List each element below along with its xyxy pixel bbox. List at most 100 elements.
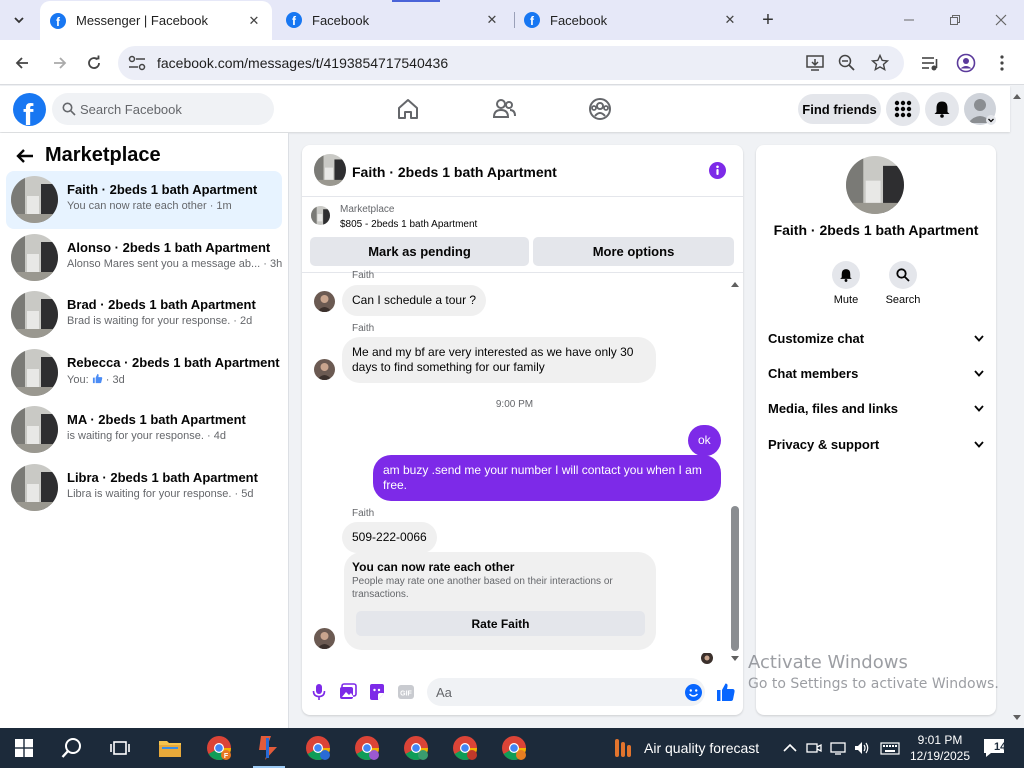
notifications-button[interactable] [925, 92, 959, 126]
rate-button[interactable]: Rate Faith [356, 611, 645, 636]
close-window-button[interactable] [978, 0, 1024, 40]
back-button[interactable] [8, 49, 36, 77]
chrome-button[interactable] [451, 734, 479, 762]
tab-messenger[interactable]: f Messenger | Facebook ✕ [40, 1, 272, 40]
bookmark-star-icon[interactable] [871, 54, 889, 72]
new-tab-button[interactable]: + [756, 8, 780, 32]
site-settings-icon[interactable] [128, 55, 146, 71]
weather-widget[interactable]: Air quality forecast [612, 736, 759, 760]
chevron-up-icon[interactable] [782, 740, 798, 756]
tab-facebook-2[interactable]: f Facebook ✕ [514, 0, 748, 40]
chat-title[interactable]: Faith · 2beds 1 bath Apartment [352, 164, 557, 180]
section-customize-chat[interactable]: Customize chat [768, 327, 984, 349]
section-media-files-links[interactable]: Media, files and links [768, 397, 984, 419]
profile-icon[interactable] [956, 53, 976, 73]
facebook-logo[interactable]: f [13, 93, 46, 126]
message-thread[interactable]: Faith Can I schedule a tour ? Faith Me a… [302, 270, 743, 672]
account-chevron-icon[interactable] [986, 115, 996, 125]
incoming-message[interactable]: Can I schedule a tour ? [342, 285, 487, 316]
home-icon[interactable] [395, 96, 421, 122]
thumbs-up-icon[interactable] [716, 682, 736, 702]
scroll-up-icon[interactable] [730, 281, 740, 288]
message-input-wrapper[interactable] [427, 678, 705, 706]
system-clock[interactable]: 9:01 PM 12/19/2025 [906, 732, 974, 764]
facebook-search[interactable] [52, 93, 274, 125]
section-label: Chat members [768, 365, 859, 381]
minimize-button[interactable] [886, 0, 932, 40]
chrome-button[interactable] [500, 734, 528, 762]
file-explorer-button[interactable] [156, 734, 184, 762]
app-button[interactable] [255, 734, 283, 762]
photo-icon[interactable] [339, 683, 357, 701]
conversation-item[interactable]: Rebecca · 2beds 1 bath Apartment You: · … [6, 344, 282, 402]
listing-thumbnail[interactable] [311, 206, 330, 225]
chrome-profile-button[interactable]: F [205, 734, 233, 762]
section-chat-members[interactable]: Chat members [768, 362, 984, 384]
watermark-subtitle: Go to Settings to activate Windows. [748, 676, 999, 692]
message-input[interactable] [436, 678, 676, 706]
outgoing-message[interactable]: am buzy .send me your number I will cont… [373, 455, 721, 501]
browser-menu-icon[interactable] [992, 53, 1012, 73]
task-view-button[interactable] [106, 734, 134, 762]
keyboard-icon[interactable] [880, 740, 900, 756]
info-icon[interactable] [709, 162, 726, 179]
conversation-photo[interactable] [846, 156, 904, 214]
search-action[interactable]: Search [873, 261, 933, 306]
seen-indicator-avatar [701, 652, 713, 664]
page-scroll-up-icon[interactable] [1012, 92, 1022, 100]
volume-icon[interactable] [854, 740, 870, 756]
chat-avatar[interactable] [314, 154, 346, 186]
section-privacy-support[interactable]: Privacy & support [768, 433, 984, 455]
zoom-out-icon[interactable] [838, 54, 856, 72]
media-controls-icon[interactable] [920, 53, 940, 73]
find-friends-button[interactable]: Find friends [798, 94, 881, 124]
sticker-icon[interactable] [368, 683, 386, 701]
mark-pending-button[interactable]: Mark as pending [310, 237, 529, 266]
scroll-down-icon[interactable] [730, 655, 740, 662]
start-button[interactable] [10, 734, 38, 762]
notification-center-button[interactable]: 14 [983, 738, 1007, 758]
conversation-item[interactable]: MA · 2beds 1 bath Apartment is waiting f… [6, 401, 282, 459]
chrome-button[interactable] [402, 734, 430, 762]
conversation-item[interactable]: Libra · 2beds 1 bath Apartment Libra is … [6, 459, 282, 517]
omnibox[interactable]: facebook.com/messages/t/4193854717540436 [118, 46, 904, 80]
forward-button[interactable] [46, 49, 74, 77]
search-input[interactable] [80, 93, 265, 125]
tab-search-button[interactable] [6, 8, 32, 32]
close-tab-icon[interactable]: ✕ [246, 13, 262, 29]
incoming-message[interactable]: Me and my bf are very interested as we h… [342, 337, 656, 383]
outgoing-message[interactable]: ok [688, 425, 721, 456]
install-app-icon[interactable] [806, 54, 824, 72]
incoming-message[interactable]: 509-222-0066 [342, 522, 437, 553]
network-icon[interactable] [830, 740, 846, 756]
arrow-left-icon[interactable] [14, 145, 36, 167]
reload-button[interactable] [80, 49, 108, 77]
listing-title[interactable]: $805 - 2beds 1 bath Apartment [340, 219, 477, 230]
conversation-item[interactable]: Faith · 2beds 1 bath Apartment You can n… [6, 171, 282, 229]
more-options-button[interactable]: More options [533, 237, 734, 266]
friends-icon[interactable] [491, 96, 517, 122]
url-text[interactable]: facebook.com/messages/t/4193854717540436 [157, 55, 448, 71]
mute-action[interactable]: Mute [816, 261, 876, 306]
conversation-item[interactable]: Brad · 2beds 1 bath Apartment Brad is wa… [6, 286, 282, 344]
chrome-button[interactable] [353, 734, 381, 762]
chrome-button[interactable] [304, 734, 332, 762]
tab-facebook-1[interactable]: f Facebook ✕ [276, 0, 510, 40]
facebook-favicon-icon: f [524, 12, 540, 28]
search-in-chat-button[interactable] [889, 261, 917, 289]
emoji-icon[interactable] [685, 684, 702, 701]
microphone-icon[interactable] [310, 683, 328, 701]
conversation-item[interactable]: Alonso · 2beds 1 bath Apartment Alonso M… [6, 229, 282, 287]
groups-icon[interactable] [587, 96, 613, 122]
meet-now-icon[interactable] [806, 740, 822, 756]
restore-button[interactable] [932, 0, 978, 40]
gif-icon[interactable]: GIF [397, 683, 415, 701]
thread-scrollbar[interactable] [731, 506, 739, 651]
taskbar-search-button[interactable] [58, 734, 86, 762]
close-tab-icon[interactable]: ✕ [722, 12, 738, 28]
close-tab-icon[interactable]: ✕ [484, 12, 500, 28]
menu-button[interactable] [886, 92, 920, 126]
page-scroll-down-icon[interactable] [1012, 714, 1022, 722]
mute-button[interactable] [832, 261, 860, 289]
sender-avatar [314, 628, 335, 649]
